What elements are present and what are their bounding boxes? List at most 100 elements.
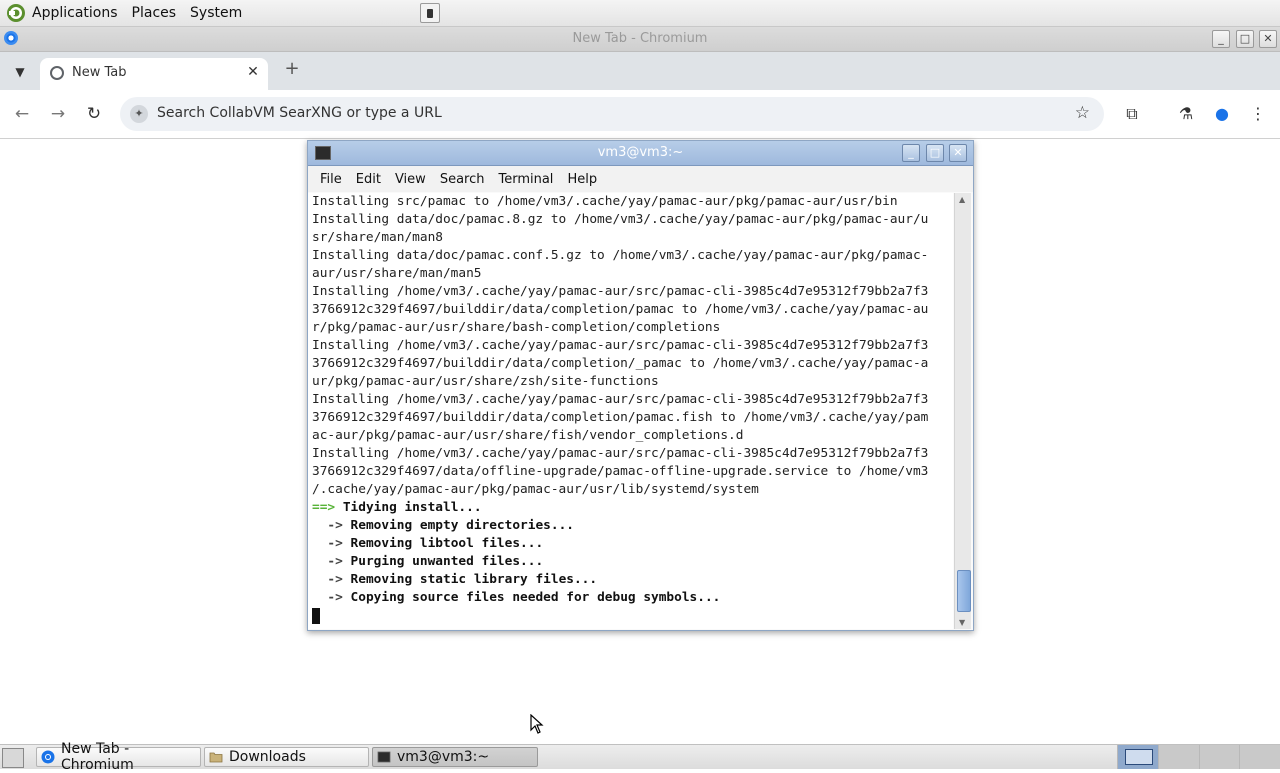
terminal-menubar: File Edit View Search Terminal Help (308, 166, 973, 192)
extensions-icon[interactable]: ⧉ (1120, 102, 1144, 126)
workspace-3[interactable] (1198, 745, 1240, 769)
bottom-panel: New Tab - Chromium Downloads vm3@vm3:~ (0, 741, 1280, 773)
show-desktop-icon[interactable] (2, 748, 24, 768)
status-step-arrow: -> (312, 590, 343, 605)
status-step-line: -> Removing empty directories... (312, 517, 953, 535)
taskbar-downloads[interactable]: Downloads (204, 747, 369, 767)
terminal-line: Installing data/doc/pamac.8.gz to /home/… (312, 212, 929, 227)
status-step-line: -> Removing libtool files... (312, 535, 953, 553)
terminal-line: Installing src/pamac to /home/vm3/.cache… (312, 194, 898, 209)
taskbar-chromium-label: New Tab - Chromium (61, 741, 134, 773)
terminal-cursor (312, 607, 320, 624)
workspace-switcher[interactable] (1117, 745, 1280, 769)
workspace-4[interactable] (1239, 745, 1280, 769)
status-step-text: Purging unwanted files... (350, 554, 544, 569)
places-menu-label: Places (131, 5, 177, 21)
tab-close-icon[interactable]: ✕ (244, 63, 262, 81)
terminal-line: aur/usr/share/man/man5 (312, 266, 482, 281)
terminal-line: ur/pkg/pamac-aur/usr/share/zsh/site-func… (312, 374, 659, 389)
status-header-arrow: ==> (312, 500, 336, 515)
terminal-line: Installing /home/vm3/.cache/yay/pamac-au… (312, 392, 929, 407)
taskbar-terminal[interactable]: vm3@vm3:~ (372, 747, 538, 767)
terminal-window[interactable]: vm3@vm3:~ _ □ ✕ File Edit View Search Te… (307, 140, 974, 631)
profile-icon[interactable]: ● (1210, 102, 1234, 126)
status-header-line: ==> Tidying install... (312, 499, 953, 517)
mate-logo-icon (7, 4, 25, 22)
status-step-text: Removing empty directories... (350, 518, 574, 533)
bookmark-star-icon[interactable]: ☆ (1075, 103, 1090, 123)
places-menu[interactable]: Places (126, 0, 185, 26)
omnibox-placeholder: Search CollabVM SearXNG or type a URL (157, 105, 442, 121)
tab-new-tab[interactable]: New Tab ✕ (40, 58, 268, 90)
menu-edit[interactable]: Edit (349, 172, 388, 187)
top-panel: Applications Places System (0, 0, 1280, 27)
minimize-icon[interactable]: _ (1212, 30, 1230, 48)
browser-toolbar: ← → ↻ ✦ Search CollabVM SearXNG or type … (0, 90, 1280, 139)
tab-title: New Tab (72, 65, 127, 80)
menu-file[interactable]: File (308, 172, 349, 187)
menu-dots-icon[interactable]: ⋮ (1246, 102, 1270, 126)
status-step-arrow: -> (312, 554, 343, 569)
workspace-2[interactable] (1157, 745, 1199, 769)
folder-icon (209, 752, 223, 763)
close-icon[interactable]: ✕ (1259, 30, 1277, 48)
terminal-line: 3766912c329f4697/builddir/data/completio… (312, 356, 929, 371)
menu-view[interactable]: View (388, 172, 433, 187)
system-menu[interactable]: System (184, 0, 250, 26)
terminal-line: Installing /home/vm3/.cache/yay/pamac-au… (312, 446, 929, 461)
taskbar-terminal-label: vm3@vm3:~ (397, 749, 490, 765)
applications-menu[interactable]: Applications (0, 0, 126, 26)
scrollbar-thumb[interactable] (957, 570, 971, 612)
omnibox[interactable]: ✦ Search CollabVM SearXNG or type a URL … (120, 97, 1104, 131)
menu-search[interactable]: Search (433, 172, 492, 187)
status-step-text: Copying source files needed for debug sy… (350, 590, 721, 605)
panel-applet-icon[interactable] (420, 3, 440, 23)
status-step-arrow: -> (312, 572, 343, 587)
terminal-line: /.cache/yay/pamac-aur/pkg/pamac-aur/usr/… (312, 482, 759, 497)
back-icon[interactable]: ← (10, 102, 34, 126)
labs-flask-icon[interactable]: ⚗ (1174, 102, 1198, 126)
terminal-line: Installing /home/vm3/.cache/yay/pamac-au… (312, 284, 929, 299)
chromium-icon (41, 750, 55, 764)
workspace-1[interactable] (1117, 745, 1158, 769)
terminal-maximize-icon[interactable]: □ (926, 144, 944, 162)
chromium-window-title: New Tab - Chromium (572, 31, 708, 46)
taskbar-chromium[interactable]: New Tab - Chromium (36, 741, 201, 773)
lens-icon[interactable]: ✦ (130, 105, 148, 123)
scroll-up-icon[interactable]: ▲ (959, 195, 965, 204)
terminal-minimize-icon[interactable]: _ (902, 144, 920, 162)
terminal-line: Installing /home/vm3/.cache/yay/pamac-au… (312, 338, 929, 353)
terminal-line: r/pkg/pamac-aur/usr/share/bash-completio… (312, 320, 721, 335)
terminal-line: 3766912c329f4697/builddir/data/completio… (312, 302, 929, 317)
terminal-titlebar[interactable]: vm3@vm3:~ _ □ ✕ (308, 141, 973, 166)
scroll-down-icon[interactable]: ▼ (959, 618, 965, 627)
terminal-icon (377, 751, 391, 763)
terminal-line: 3766912c329f4697/builddir/data/completio… (312, 410, 929, 425)
terminal-line: ac-aur/pkg/pamac-aur/usr/share/fish/vend… (312, 428, 744, 443)
applications-menu-label: Applications (32, 5, 118, 21)
status-step-line: -> Copying source files needed for debug… (312, 589, 953, 607)
status-header-text: Tidying install... (342, 500, 482, 515)
reload-icon[interactable]: ↻ (82, 102, 106, 126)
taskbar-downloads-label: Downloads (229, 749, 306, 765)
maximize-icon[interactable]: □ (1236, 30, 1254, 48)
menu-terminal[interactable]: Terminal (491, 172, 560, 187)
new-tab-button[interactable]: + (282, 59, 302, 79)
status-step-arrow: -> (312, 536, 343, 551)
terminal-output[interactable]: Installing src/pamac to /home/vm3/.cache… (308, 193, 953, 629)
status-step-text: Removing static library files... (350, 572, 598, 587)
chromium-titlebar[interactable]: New Tab - Chromium _ □ ✕ (0, 27, 1280, 52)
menu-help[interactable]: Help (560, 172, 604, 187)
system-menu-label: System (190, 5, 243, 21)
terminal-close-icon[interactable]: ✕ (949, 144, 967, 162)
tab-search-icon[interactable]: ▼ (10, 62, 30, 82)
terminal-line: Installing data/doc/pamac.conf.5.gz to /… (312, 248, 929, 263)
terminal-line: 3766912c329f4697/data/offline-upgrade/pa… (312, 464, 929, 479)
status-step-arrow: -> (312, 518, 343, 533)
status-step-line: -> Removing static library files... (312, 571, 953, 589)
forward-icon[interactable]: → (46, 102, 70, 126)
terminal-title: vm3@vm3:~ (597, 145, 684, 160)
terminal-line: sr/share/man/man8 (312, 230, 443, 245)
prompt-line (312, 607, 953, 625)
terminal-scrollbar[interactable]: ▲ ▼ (954, 193, 971, 629)
